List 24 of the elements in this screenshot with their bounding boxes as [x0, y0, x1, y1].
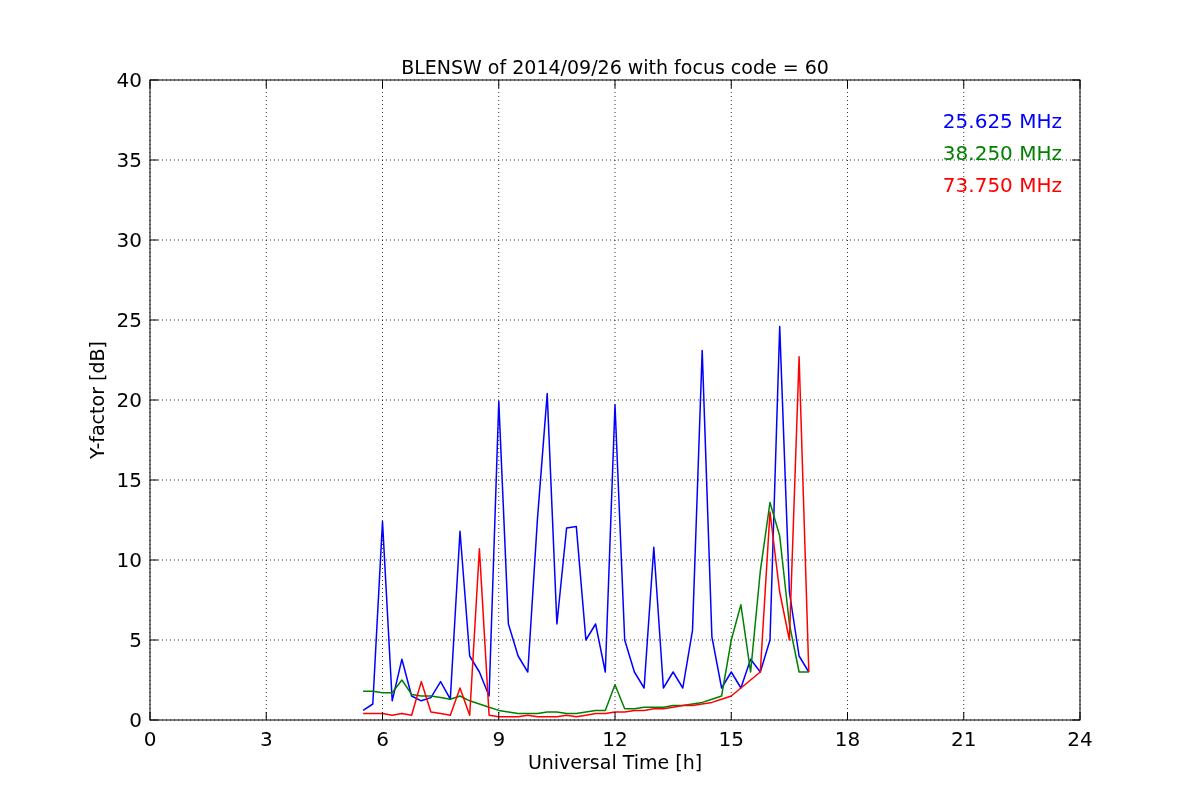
tick-label: 21: [951, 727, 977, 751]
tick-label: 30: [116, 228, 142, 252]
tick-label: 15: [116, 468, 142, 492]
tick-label: 18: [834, 727, 861, 751]
tick-label: 35: [116, 148, 142, 172]
tick-label: 6: [376, 727, 389, 751]
tick-label: 0: [129, 708, 142, 732]
tick-label: 5: [129, 628, 142, 652]
tick-label: 12: [602, 727, 628, 751]
y-axis-label: Y-factor [dB]: [86, 341, 108, 459]
x-axis-label: Universal Time [h]: [527, 751, 703, 773]
legend-label: 25.625 MHz: [942, 109, 1062, 133]
chart-title: BLENSW of 2014/09/26 with focus code = 60: [401, 56, 829, 78]
tick-label: 0: [143, 727, 157, 751]
tick-label: 20: [116, 388, 142, 412]
legend-label: 38.250 MHz: [942, 141, 1062, 165]
tick-label: 24: [1067, 727, 1093, 751]
tick-label: 9: [492, 727, 506, 751]
tick-label: 40: [116, 68, 142, 92]
tick-label: 3: [259, 727, 273, 751]
tick-label: 10: [116, 548, 142, 572]
legend-label: 73.750 MHz: [942, 173, 1062, 197]
tick-label: 15: [718, 727, 744, 751]
tick-label: 25: [116, 308, 142, 332]
